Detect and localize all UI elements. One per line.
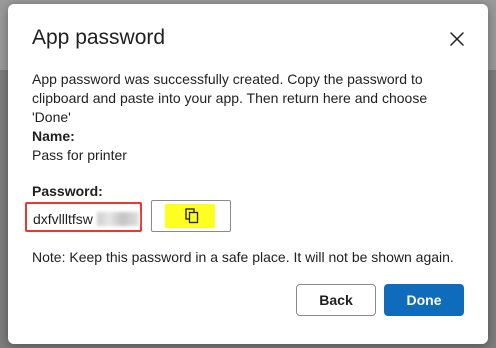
name-value: Pass for printer	[32, 147, 127, 163]
password-field[interactable]: dxfvllltfsw	[25, 202, 142, 232]
name-label: Name:	[32, 128, 75, 144]
password-label: Password:	[32, 183, 103, 199]
note-text: Note: Keep this password in a safe place…	[32, 249, 454, 265]
copy-highlight	[165, 204, 215, 228]
done-button[interactable]: Done	[384, 284, 464, 316]
back-button[interactable]: Back	[296, 284, 376, 316]
close-button[interactable]	[446, 28, 468, 50]
copy-icon	[185, 208, 199, 224]
dialog-body: App password was successfully created. C…	[32, 70, 452, 165]
success-message: App password was successfully created. C…	[32, 71, 428, 125]
copy-password-button[interactable]	[151, 200, 231, 232]
close-icon	[450, 32, 464, 46]
dialog-title: App password	[32, 26, 166, 49]
password-value: dxfvllltfsw	[33, 211, 93, 227]
password-redaction	[97, 212, 139, 226]
app-password-dialog: App password App password was successful…	[8, 4, 488, 344]
